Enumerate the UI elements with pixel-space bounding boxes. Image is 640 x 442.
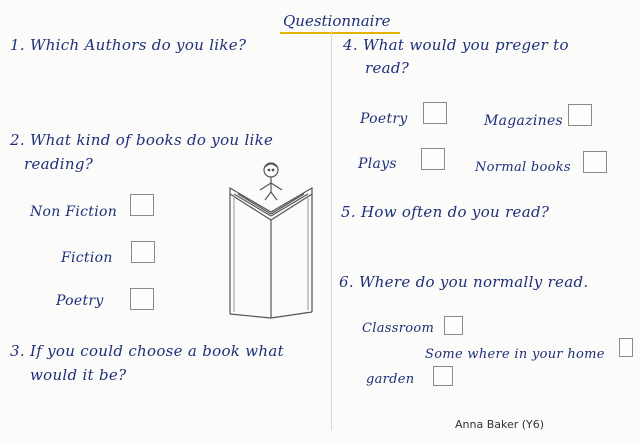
question-3-line-2: would it be? — [30, 366, 127, 384]
question-3-text: If you could choose a book what — [30, 342, 284, 360]
q6-option-classroom: Classroom — [362, 321, 435, 336]
home-checkbox[interactable] — [619, 338, 633, 357]
question-4-number: 4. — [343, 36, 358, 54]
question-5-number: 5. — [341, 203, 356, 221]
page-title: Questionnaire — [283, 12, 391, 30]
question-2-text: What kind of books do you like — [30, 131, 274, 149]
question-3-number: 3. — [10, 342, 25, 360]
magazines-checkbox[interactable] — [568, 104, 592, 126]
q4-option-poetry: Poetry — [360, 111, 408, 127]
question-4-line-2: read? — [365, 59, 410, 77]
question-5: 5. How often do you read? — [341, 205, 549, 220]
question-1-text: Which Authors do you like? — [30, 36, 247, 54]
question-6: 6. Where do you normally read. — [339, 275, 588, 290]
question-6-number: 6. — [339, 273, 354, 291]
question-2-number: 2. — [10, 131, 25, 149]
question-2-line-1: 2. What kind of books do you like — [10, 133, 273, 148]
q2-option-fiction: Fiction — [61, 250, 113, 266]
q4-option-normal-books: Normal books — [475, 160, 571, 175]
question-6-text: Where do you normally read. — [359, 273, 589, 291]
question-4-text: What would you preger to — [363, 36, 569, 54]
question-4-line-1: 4. What would you preger to — [343, 38, 569, 53]
plays-checkbox[interactable] — [421, 148, 445, 170]
non-fiction-checkbox[interactable] — [130, 194, 154, 216]
q2-option-poetry: Poetry — [56, 293, 104, 309]
questionnaire-sheet: Questionnaire 1. Which Authors do you li… — [0, 0, 640, 442]
question-1-number: 1. — [10, 36, 25, 54]
question-3-line-1: 3. If you could choose a book what — [10, 344, 284, 359]
column-divider — [331, 30, 332, 430]
normal-books-checkbox[interactable] — [583, 151, 607, 173]
fiction-checkbox[interactable] — [131, 241, 155, 263]
author-signature: Anna Baker (Y6) — [455, 418, 545, 431]
question-2-line-2: reading? — [24, 155, 94, 173]
question-5-text: How often do you read? — [361, 203, 550, 221]
reading-stick-figure-drawing — [229, 162, 313, 319]
q4-option-magazines: Magazines — [484, 113, 564, 129]
q2-option-non-fiction: Non Fiction — [30, 204, 118, 220]
q4-option-plays: Plays — [358, 156, 397, 172]
question-1: 1. Which Authors do you like? — [10, 38, 246, 53]
garden-checkbox[interactable] — [433, 366, 453, 386]
q6-option-garden: garden — [366, 372, 415, 387]
classroom-checkbox[interactable] — [444, 316, 463, 335]
q4-poetry-checkbox[interactable] — [423, 102, 447, 124]
q2-poetry-checkbox[interactable] — [130, 288, 154, 310]
q6-option-somewhere-home: Some where in your home — [425, 347, 605, 362]
title-underline — [280, 32, 400, 34]
